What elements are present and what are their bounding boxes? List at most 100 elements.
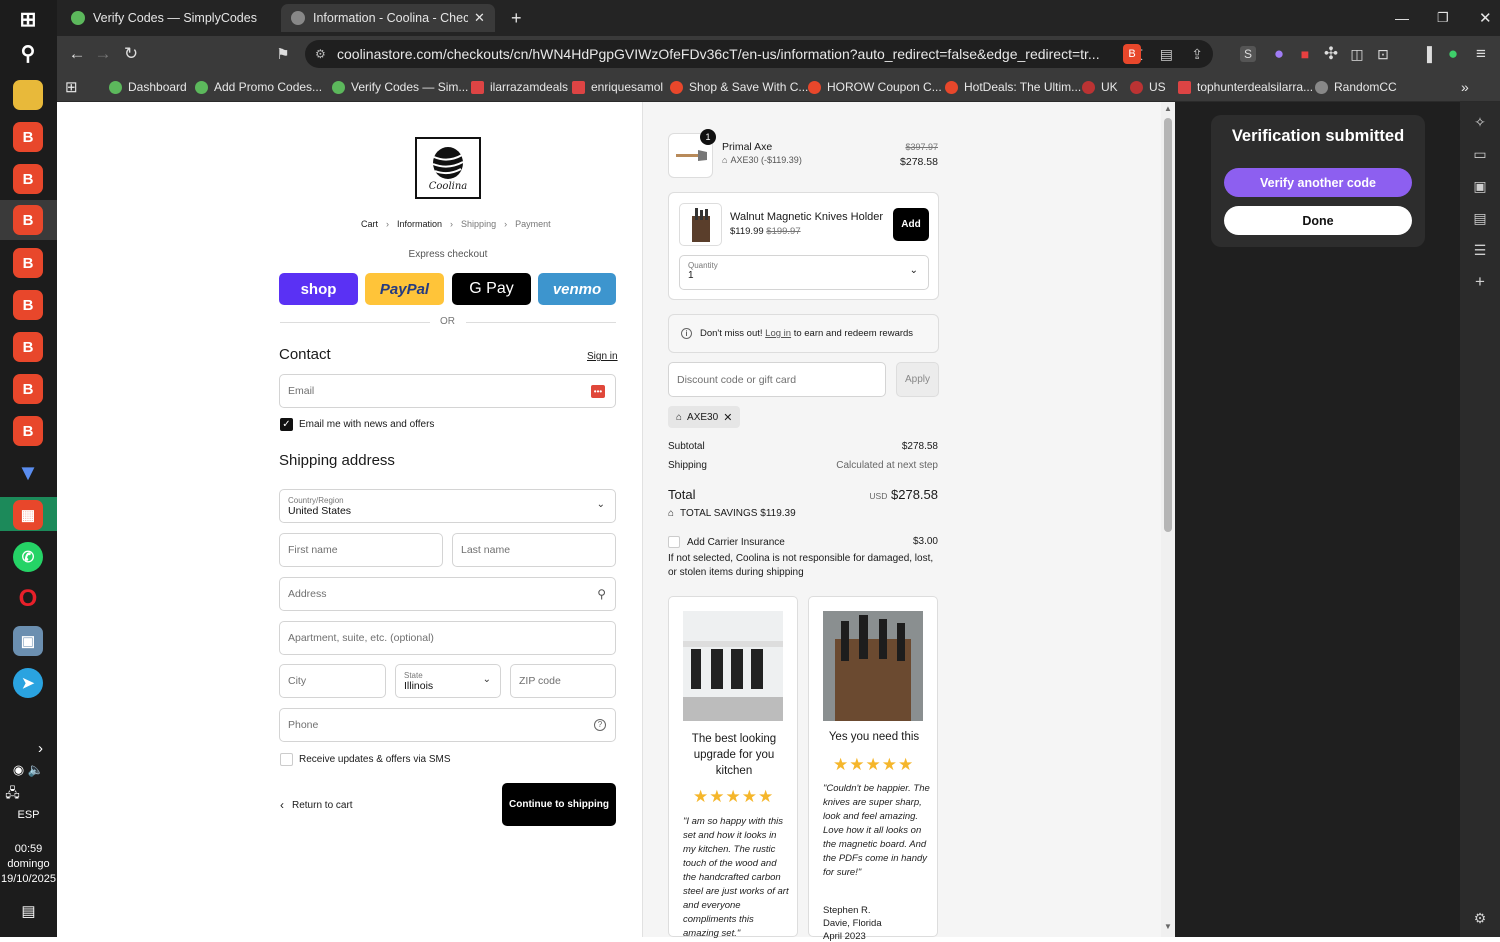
url-bar[interactable]: ⚙ coolinastore.com/checkouts/cn/hWN4HdPg… xyxy=(305,40,1213,68)
bookmark-item[interactable]: tophunterdealsilarra... xyxy=(1178,78,1313,96)
brave-profile-icon[interactable]: B xyxy=(13,248,43,278)
menu-icon[interactable]: ≡ xyxy=(1469,42,1493,66)
playlist-icon[interactable]: ▭ xyxy=(1471,145,1489,163)
sign-in-link[interactable]: Sign in xyxy=(587,351,618,362)
paypal-button[interactable]: PayPal xyxy=(365,273,444,305)
help-icon[interactable]: ? xyxy=(594,719,606,731)
discount-code-field[interactable]: Discount code or gift card xyxy=(668,362,886,397)
return-to-cart-link[interactable]: ‹ Return to cart xyxy=(280,798,353,812)
bookmark-item[interactable]: HOROW Coupon C... xyxy=(808,78,942,96)
tray-icons[interactable]: ◉ 🔈 xyxy=(0,762,57,778)
venmo-button[interactable]: venmo xyxy=(538,273,616,305)
brave-profile-icon[interactable]: B xyxy=(13,164,43,194)
continue-to-shipping-button[interactable]: Continue to shipping xyxy=(502,783,616,826)
brave-profile-icon[interactable]: B xyxy=(13,122,43,152)
brave-profile-icon[interactable]: B xyxy=(13,290,43,320)
country-select[interactable]: Country/Region United States ⌄ xyxy=(279,489,616,523)
brave-profile-icon[interactable]: B xyxy=(13,332,43,362)
bookmark-item[interactable]: HotDeals: The Ultim... xyxy=(945,78,1081,96)
bookmarks-icon[interactable]: ▤ xyxy=(1471,209,1489,227)
apps-grid-icon[interactable]: ⊞ xyxy=(65,78,78,96)
zip-field[interactable]: ZIP code xyxy=(510,664,616,698)
side-panel-icon[interactable]: ▐ xyxy=(1415,42,1439,66)
clock-time[interactable]: 00:59 xyxy=(0,843,57,855)
app-grid-icon[interactable]: ▦ xyxy=(13,500,43,530)
email-field[interactable]: Email ••• xyxy=(279,374,616,408)
city-field[interactable]: City xyxy=(279,664,386,698)
bookmark-item[interactable]: Verify Codes — Sim... xyxy=(332,78,468,96)
verify-another-code-button[interactable]: Verify another code xyxy=(1224,168,1412,197)
sidebar-icon[interactable]: ◫ xyxy=(1345,42,1369,66)
notification-icon[interactable]: ▤ xyxy=(0,902,57,920)
brave-profile-icon[interactable]: B xyxy=(13,416,43,446)
site-info-icon[interactable]: ⚙ xyxy=(315,47,326,61)
coolina-logo[interactable]: Coolina xyxy=(415,137,481,199)
apartment-field[interactable]: Apartment, suite, etc. (optional) xyxy=(279,621,616,655)
language-indicator[interactable]: ESP xyxy=(0,809,57,821)
new-tab-button[interactable]: + xyxy=(501,4,532,32)
add-upsell-button[interactable]: Add xyxy=(893,208,929,241)
opera-icon[interactable]: O xyxy=(13,584,43,614)
checkbox-unchecked-icon[interactable] xyxy=(280,753,293,766)
scroll-down-icon[interactable]: ▼ xyxy=(1164,922,1172,931)
vpn-icon[interactable]: ▼ xyxy=(13,458,43,488)
settings-gear-icon[interactable]: ⚙ xyxy=(1471,909,1489,927)
extension-icon[interactable]: ● xyxy=(1267,42,1291,66)
insurance-checkbox-row[interactable]: Add Carrier Insurance xyxy=(668,536,785,548)
file-explorer-icon[interactable] xyxy=(13,80,43,110)
state-select[interactable]: State Illinois ⌄ xyxy=(395,664,501,698)
brave-shields-icon[interactable]: B xyxy=(1123,44,1141,64)
last-name-field[interactable]: Last name xyxy=(452,533,616,567)
upsell-quantity-select[interactable]: Quantity 1 ⌄ xyxy=(679,255,929,290)
apply-discount-button[interactable]: Apply xyxy=(896,362,939,397)
address-field[interactable]: Address ⚲ xyxy=(279,577,616,611)
back-button[interactable]: ← xyxy=(65,42,89,66)
tab-information-coolina[interactable]: Information - Coolina - Checkou ✕ xyxy=(281,4,495,32)
password-manager-icon[interactable]: ••• xyxy=(591,385,605,398)
first-name-field[interactable]: First name xyxy=(279,533,443,567)
done-button[interactable]: Done xyxy=(1224,206,1412,235)
add-sidebar-item-icon[interactable]: + xyxy=(1471,272,1489,291)
shop-pay-button[interactable]: shop xyxy=(279,273,358,305)
sms-checkbox-row[interactable]: Receive updates & offers via SMS xyxy=(280,753,451,766)
search-icon[interactable]: ⚲ xyxy=(13,38,43,68)
tab-verify-codes[interactable]: Verify Codes — SimplyCodes xyxy=(61,4,275,32)
page-scrollbar[interactable]: ▲ ▼ xyxy=(1161,102,1175,937)
brave-profile-icon[interactable]: B xyxy=(13,205,43,235)
remote-desktop-icon[interactable]: ▣ xyxy=(13,626,43,656)
extensions-puzzle-icon[interactable]: ✣ xyxy=(1319,42,1343,66)
whatsapp-icon[interactable]: ✆ xyxy=(13,542,43,572)
reading-list-icon[interactable]: ☰ xyxy=(1471,241,1489,259)
checkbox-checked-icon[interactable]: ✓ xyxy=(280,418,293,431)
bookmark-icon[interactable]: ⚑ xyxy=(271,42,295,66)
checkbox-unchecked-icon[interactable] xyxy=(668,536,680,548)
screenshot-icon[interactable]: ⊡ xyxy=(1371,42,1395,66)
brave-profile-icon[interactable]: B xyxy=(13,374,43,404)
windows-start-icon[interactable]: ⊞ xyxy=(13,4,43,34)
maximize-button[interactable]: ❐ xyxy=(1427,4,1459,32)
bookmark-item[interactable]: Shop & Save With C... xyxy=(670,78,808,96)
extension-icon[interactable]: ■ xyxy=(1293,42,1317,66)
scrollbar-thumb[interactable] xyxy=(1164,118,1172,532)
reload-button[interactable]: ↻ xyxy=(119,42,143,66)
share-icon[interactable]: ⇪ xyxy=(1191,46,1203,63)
email-news-checkbox-row[interactable]: ✓ Email me with news and offers xyxy=(280,418,434,431)
close-window-button[interactable]: ✕ xyxy=(1469,4,1500,32)
google-pay-button[interactable]: G Pay xyxy=(452,273,531,305)
bookmark-item[interactable]: Add Promo Codes... xyxy=(195,78,322,96)
remove-code-icon[interactable]: ✕ xyxy=(723,411,732,424)
extension-s-icon[interactable]: S xyxy=(1240,46,1256,62)
bookmark-item[interactable]: Dashboard xyxy=(109,78,187,96)
network-icon[interactable]: 🖧 xyxy=(0,784,41,806)
telegram-icon[interactable]: ➤ xyxy=(13,668,43,698)
wallet-icon[interactable]: ● xyxy=(1441,42,1465,66)
bookmark-item[interactable]: ilarrazamdeals xyxy=(471,78,568,96)
bookmark-item[interactable]: RandomCC xyxy=(1315,78,1397,96)
bookmark-item[interactable]: enriquesamol xyxy=(572,78,663,96)
close-icon[interactable]: ✕ xyxy=(474,10,485,26)
breadcrumb-cart[interactable]: Cart xyxy=(361,219,378,229)
minimize-button[interactable]: — xyxy=(1385,4,1419,32)
forward-button[interactable]: → xyxy=(91,42,115,66)
scroll-up-icon[interactable]: ▲ xyxy=(1164,104,1172,113)
wallet-icon[interactable]: ▣ xyxy=(1471,177,1489,195)
